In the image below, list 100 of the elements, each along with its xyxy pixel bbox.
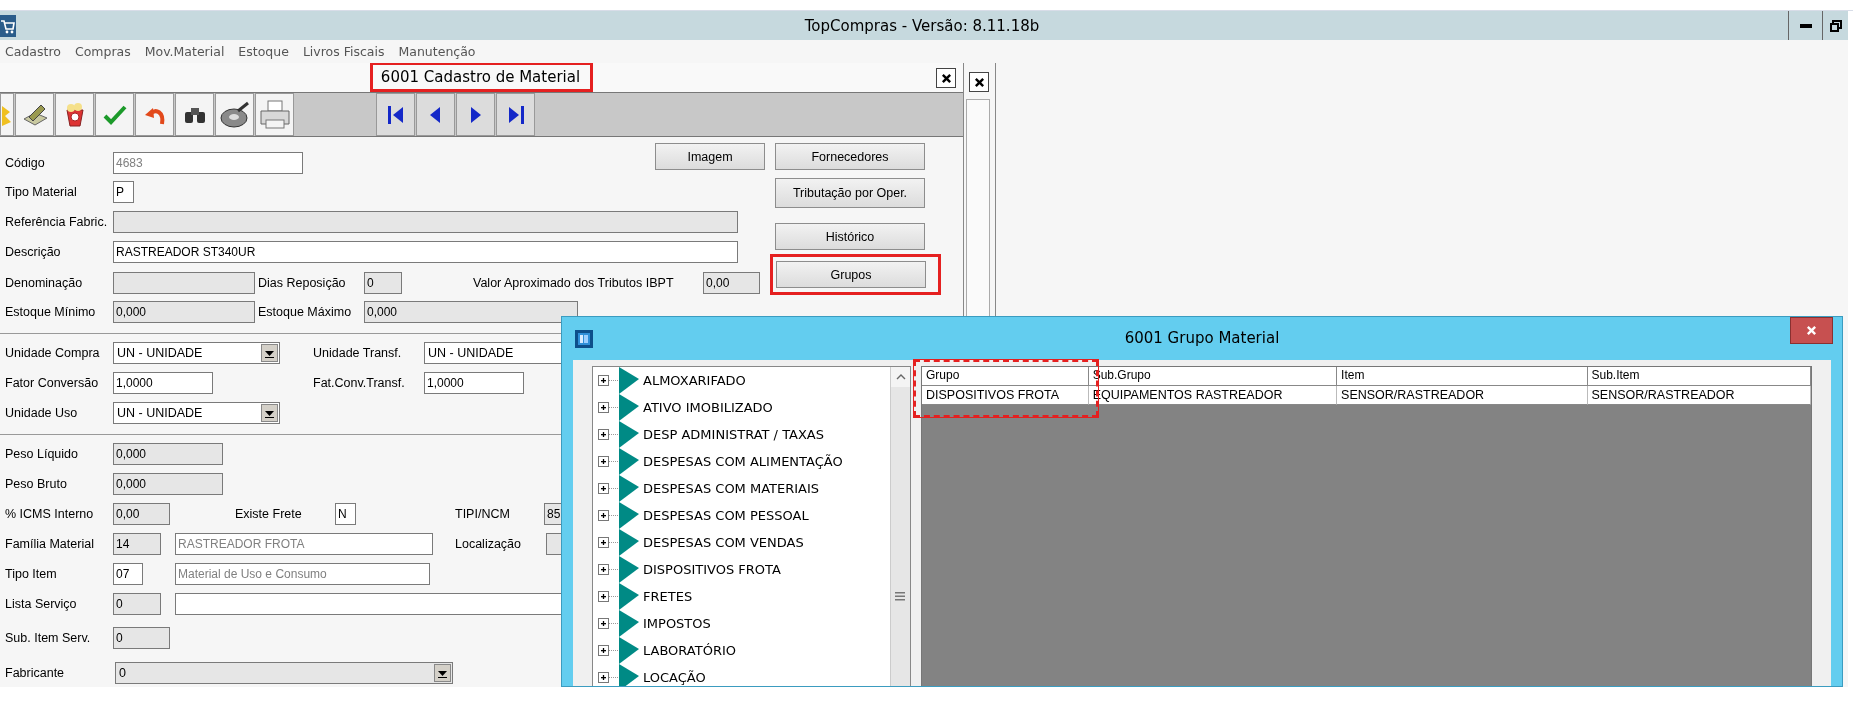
menu-item[interactable]: Livros Fiscais [297,44,392,59]
expand-icon[interactable] [598,429,618,440]
menu-item[interactable]: Mov.Material [139,44,232,59]
dialog-title: 6001 Grupo Material [1124,329,1280,347]
expand-icon[interactable] [598,645,618,656]
tree-item[interactable]: IMPOSTOS [643,616,711,631]
input-field[interactable] [113,272,255,294]
expand-icon[interactable] [598,375,618,386]
input-field[interactable]: 0,000 [113,473,223,495]
expand-icon[interactable] [598,591,618,602]
grip-icon [895,592,905,601]
cart-icon [0,14,16,37]
field-label: Família Material [5,537,94,551]
toolbar-button[interactable] [175,93,214,136]
tree-item[interactable]: ATIVO IMOBILIZADO [643,400,773,415]
input-field[interactable]: 0,00 [703,272,760,294]
tree-item[interactable]: DESP ADMINISTRAT / TAXAS [643,427,824,442]
minimize-icon [1799,23,1812,28]
input-field[interactable]: 14 [113,533,161,555]
disc-icon [219,100,250,129]
column-header[interactable]: Sub.Item [1587,367,1811,386]
tree-item[interactable]: DESPESAS COM VENDAS [643,535,804,550]
app-title: TopCompras - Versão: 8.11.18b [803,16,1041,35]
input-field[interactable]: 07 [113,563,143,585]
binoculars-icon [183,105,206,124]
menu-item[interactable]: Compras [69,44,138,59]
close-icon [973,76,985,88]
form-button[interactable]: Fornecedores [775,143,925,170]
input-field[interactable]: 1,0000 [424,372,524,394]
input-field[interactable]: 0,000 [113,443,223,465]
close-button[interactable] [1790,317,1833,344]
input-field[interactable]: 0,000 [364,301,578,323]
field-label: Unidade Compra [5,346,100,360]
window-title: 6001 Cadastro de Material [380,67,581,86]
form-button[interactable]: Histórico [775,223,925,250]
tree-item[interactable]: DISPOSITIVOS FROTA [643,562,781,577]
table-cell: SENSOR/RASTREADOR [1587,386,1811,405]
field-label: Localização [455,537,521,551]
form-button[interactable]: Grupos [776,261,926,288]
tree-item[interactable]: LOCAÇÃO [643,670,706,685]
expand-icon[interactable] [598,456,618,467]
field-label: Referência Fabric. [5,215,108,229]
expand-icon[interactable] [598,483,618,494]
menu-item[interactable]: Manutenção [393,44,483,59]
menu-item[interactable]: Estoque [233,44,296,59]
input-field[interactable]: N [335,503,356,525]
input-field[interactable]: 0 [364,272,402,294]
scrollbar[interactable] [890,367,910,686]
input-field[interactable]: 1,0000 [113,372,213,394]
table-cell: SENSOR/RASTREADOR [1337,386,1588,405]
toolbar-button[interactable] [15,93,54,136]
dropdown[interactable]: 0 [115,662,453,684]
field-label: Peso Líquido [5,447,78,461]
field-label: Unidade Transf. [313,346,402,360]
field-label: Tipo Item [5,567,57,581]
close-button[interactable] [936,68,956,88]
dropdown[interactable]: UN - UNIDADE [113,342,280,364]
expand-icon[interactable] [598,564,618,575]
close-button[interactable] [969,72,989,92]
tree-item[interactable]: DESPESAS COM ALIMENTAÇÃO [643,454,843,469]
tree-item[interactable]: FRETES [643,589,693,604]
input-field[interactable]: 4683 [113,152,303,174]
menu-item[interactable]: Cadastro [0,44,68,59]
column-header[interactable]: Grupo [922,367,1089,386]
tree-item[interactable]: ALMOXARIFADO [643,373,746,388]
tree-item[interactable]: DESPESAS COM PESSOAL [643,508,809,523]
field-label: Unidade Uso [5,406,78,420]
field-label: Peso Bruto [5,477,67,491]
input-field[interactable]: 0,000 [113,301,255,323]
nav-button[interactable] [376,93,415,136]
toolbar-button[interactable] [55,93,94,136]
expand-icon[interactable] [598,537,618,548]
back-icon [430,106,441,123]
input-field[interactable]: 0 [113,627,170,649]
expand-icon[interactable] [598,672,618,683]
tree-item[interactable]: LABORATÓRIO [643,643,737,658]
tree-item[interactable]: DESPESAS COM MATERIAIS [643,481,820,496]
input-field[interactable]: P [113,181,134,203]
input-field[interactable]: 0 [113,593,161,615]
input-field[interactable]: RASTREADOR FROTA [175,533,433,555]
close-icon [1806,325,1817,336]
field-label: Estoque Mínimo [5,305,96,319]
expand-icon[interactable] [598,618,618,629]
input-field[interactable]: 0,00 [113,503,170,525]
field-label: Tipo Material [5,185,77,199]
column-header[interactable]: Item [1337,367,1588,386]
input-field[interactable]: RASTREADOR ST340UR [113,241,738,263]
field-label: Sub. Item Serv. [5,631,91,645]
form-button[interactable]: Tributação por Oper. [775,178,925,208]
toolbar-button[interactable] [215,93,254,136]
input-field[interactable]: Material de Uso e Consumo [175,563,430,585]
nav-button[interactable] [496,93,535,136]
form-button[interactable]: Imagem [655,143,765,170]
dropdown[interactable]: UN - UNIDADE [113,402,280,424]
nav-button[interactable] [456,93,495,136]
triangle-icon [619,529,639,556]
expand-icon[interactable] [598,402,618,413]
expand-icon[interactable] [598,510,618,521]
input-field[interactable] [113,211,738,233]
nav-button[interactable] [416,93,455,136]
